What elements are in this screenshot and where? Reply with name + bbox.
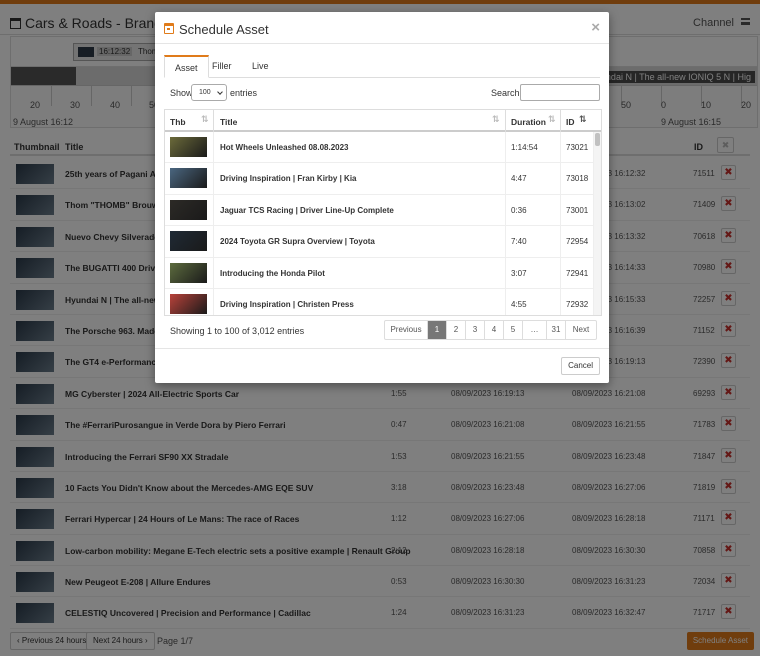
modal-title: Schedule Asset (179, 22, 269, 37)
asset-duration: 7:40 (511, 237, 527, 247)
sort-icon[interactable]: ⇅ (201, 114, 208, 125)
pagination-page[interactable]: 1 (428, 321, 447, 339)
asset-id: 73021 (566, 143, 589, 152)
asset-title: Introducing the Honda Pilot (220, 268, 325, 278)
sort-icon[interactable]: ⇅ (548, 114, 555, 125)
asset-id: 72932 (566, 299, 589, 309)
pagination-page[interactable]: 4 (485, 321, 504, 339)
sort-desc-icon[interactable]: ⇅ (579, 114, 586, 125)
asset-row[interactable]: Jaguar TCS Racing | Driver Line-Up Compl… (165, 195, 601, 227)
asset-duration: 4:55 (511, 299, 527, 309)
col-title[interactable]: Title (220, 117, 237, 127)
asset-id: 73001 (566, 205, 589, 215)
calendar-icon (164, 23, 174, 34)
pagination: Previous 1 2 3 4 5… 31 Next (384, 320, 597, 340)
asset-id: 72954 (566, 237, 589, 247)
asset-id: 72941 (566, 268, 589, 278)
asset-table-scrollbar[interactable] (593, 132, 601, 315)
asset-thumbnail (170, 293, 207, 314)
asset-duration: 3:07 (511, 268, 527, 278)
asset-title: Driving Inspiration | Fran Kirby | Kia (220, 174, 357, 184)
pagination-page[interactable]: 5 (504, 321, 523, 339)
modal-header: Schedule Asset × (155, 12, 609, 44)
asset-title: Driving Inspiration | Christen Press (220, 299, 354, 309)
asset-row[interactable]: Driving Inspiration | Fran Kirby | Kia 4:… (165, 163, 601, 195)
pagination-previous[interactable]: Previous (385, 321, 428, 339)
asset-thumbnail (170, 231, 207, 252)
asset-thumbnail (170, 262, 207, 283)
search-label: Search: (491, 88, 523, 98)
asset-duration: 4:47 (511, 174, 527, 184)
cancel-button[interactable]: Cancel (561, 357, 600, 375)
asset-table-body: Hot Wheels Unleashed 08.08.2023 1:14:54 73… (165, 132, 601, 315)
modal-footer: Cancel (155, 348, 609, 383)
modal-tabs: Asset Filler Live (164, 55, 600, 78)
asset-table: Thb ⇅ Title ⇅ Duration ⇅ ID ⇅ Hot Wheels… (164, 109, 602, 316)
pagination-page[interactable]: 3 (466, 321, 485, 339)
pagination-next[interactable]: Next (566, 321, 596, 339)
entries-label: entries (230, 88, 258, 98)
asset-duration: 1:14:54 (511, 143, 538, 152)
scrollbar-thumb[interactable] (595, 133, 600, 146)
asset-table-header: Thb ⇅ Title ⇅ Duration ⇅ ID ⇅ (165, 110, 601, 132)
close-icon[interactable]: × (591, 20, 600, 35)
asset-thumbnail (170, 199, 207, 220)
asset-thumbnail (170, 137, 207, 157)
col-thb[interactable]: Thb (170, 117, 186, 127)
asset-thumbnail (170, 168, 207, 189)
asset-id: 73018 (566, 174, 589, 184)
col-id[interactable]: ID (566, 117, 575, 127)
entries-length-select[interactable]: 100 (191, 84, 227, 101)
asset-title: 2024 Toyota GR Supra Overview | Toyota (220, 237, 375, 247)
sort-icon[interactable]: ⇅ (492, 114, 499, 125)
asset-title: Jaguar TCS Racing | Driver Line-Up Compl… (220, 205, 394, 215)
asset-duration: 0:36 (511, 205, 527, 215)
asset-title: Hot Wheels Unleashed 08.08.2023 (220, 143, 349, 152)
schedule-asset-modal: Schedule Asset × Asset Filler Live Show … (155, 12, 609, 383)
search-input[interactable] (520, 84, 600, 101)
show-label: Show (170, 88, 193, 98)
pagination-page[interactable]: 2 (447, 321, 466, 339)
pagination-ellipsis: … (523, 321, 547, 339)
asset-row[interactable]: Introducing the Honda Pilot 3:07 72941 (165, 258, 601, 289)
pagination-page[interactable]: 31 (547, 321, 566, 339)
tab-live[interactable]: Live (242, 55, 279, 78)
asset-row[interactable]: 2024 Toyota GR Supra Overview | Toyota 7:… (165, 226, 601, 258)
asset-row[interactable]: Driving Inspiration | Christen Press 4:55… (165, 289, 601, 315)
col-duration[interactable]: Duration (511, 117, 546, 127)
tab-filler[interactable]: Filler (202, 55, 242, 78)
showing-info: Showing 1 to 100 of 3,012 entries (170, 326, 305, 336)
asset-row[interactable]: Hot Wheels Unleashed 08.08.2023 1:14:54 73… (165, 132, 601, 164)
